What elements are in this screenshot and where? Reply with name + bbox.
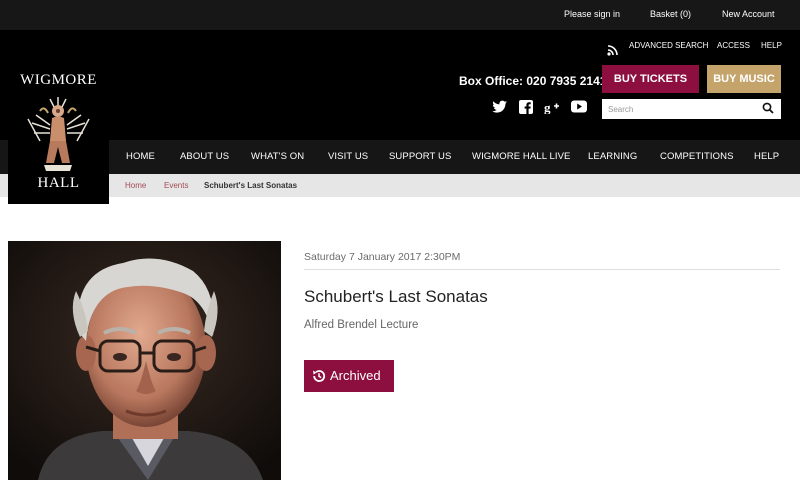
- google-plus-icon[interactable]: g: [544, 100, 560, 114]
- nav-help[interactable]: HELP: [754, 151, 779, 162]
- sign-in-link[interactable]: Please sign in: [564, 9, 620, 19]
- nav-whats-on[interactable]: WHAT'S ON: [251, 151, 304, 162]
- nav-wigmore-hall-live[interactable]: WIGMORE HALL LIVE: [472, 151, 570, 162]
- main-nav: HOME ABOUT US WHAT'S ON VISIT US SUPPORT…: [0, 140, 800, 174]
- search-icon[interactable]: [762, 102, 774, 114]
- help-link[interactable]: HELP: [761, 41, 782, 50]
- youtube-icon[interactable]: [571, 100, 587, 113]
- portrait-image: [8, 241, 281, 480]
- event-title: Schubert's Last Sonatas: [304, 287, 488, 306]
- advanced-search-link[interactable]: ADVANCED SEARCH: [629, 41, 708, 50]
- box-office-number: Box Office: 020 7935 2141: [459, 74, 607, 88]
- svg-text:g: g: [544, 100, 551, 114]
- top-bar: Please sign in Basket (0) New Account: [0, 0, 800, 30]
- logo-emblem-icon: [27, 97, 90, 171]
- nav-visit-us[interactable]: VISIT US: [328, 151, 368, 162]
- basket-link[interactable]: Basket (0): [650, 9, 691, 19]
- wigmore-hall-logo[interactable]: WIGMORE HALL: [8, 44, 109, 204]
- twitter-icon[interactable]: [492, 100, 508, 114]
- buy-tickets-button[interactable]: BUY TICKETS: [602, 65, 699, 93]
- search-box: [602, 99, 781, 119]
- breadcrumb-events[interactable]: Events: [164, 181, 188, 190]
- event-date: Saturday 7 January 2017 2:30PM: [304, 251, 461, 263]
- archived-button[interactable]: Archived: [304, 360, 394, 392]
- nav-home[interactable]: HOME: [126, 151, 155, 162]
- buy-music-button[interactable]: BUY MUSIC: [707, 65, 781, 93]
- event-subtitle: Alfred Brendel Lecture: [304, 319, 419, 331]
- divider: [304, 269, 780, 270]
- nav-competitions[interactable]: COMPETITIONS: [660, 151, 734, 162]
- nav-learning[interactable]: LEARNING: [588, 151, 637, 162]
- nav-support-us[interactable]: SUPPORT US: [389, 151, 451, 162]
- event-photo: [8, 241, 281, 480]
- logo-text-top: WIGMORE: [20, 72, 97, 88]
- breadcrumb-current: Schubert's Last Sonatas: [204, 181, 298, 190]
- logo-text-bottom: HALL: [37, 175, 80, 191]
- history-icon: [313, 370, 326, 382]
- facebook-icon[interactable]: [519, 100, 533, 114]
- rss-icon[interactable]: [607, 45, 618, 56]
- nav-about-us[interactable]: ABOUT US: [180, 151, 229, 162]
- search-input[interactable]: [608, 102, 753, 116]
- breadcrumb: Home Events Schubert's Last Sonatas: [0, 174, 800, 197]
- archived-label: Archived: [330, 368, 381, 383]
- new-account-link[interactable]: New Account: [722, 9, 775, 19]
- access-link[interactable]: ACCESS: [717, 41, 750, 50]
- breadcrumb-home[interactable]: Home: [125, 181, 146, 190]
